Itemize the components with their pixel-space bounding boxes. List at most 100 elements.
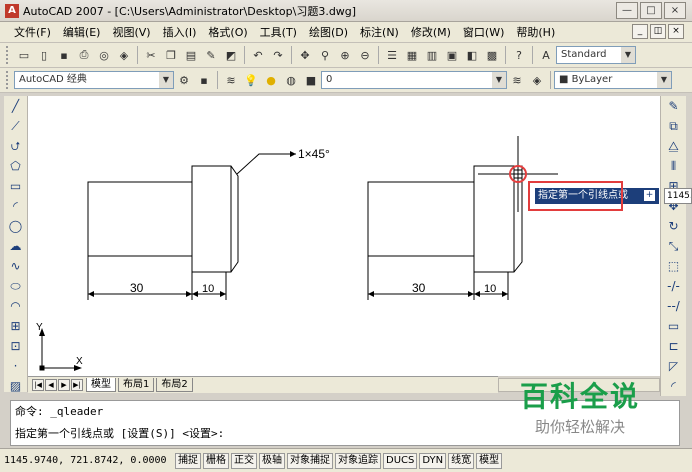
point-icon[interactable]: ·	[7, 357, 25, 375]
menu-file[interactable]: 文件(F)	[8, 24, 57, 40]
spline-icon[interactable]: ∿	[7, 257, 25, 275]
menu-format[interactable]: 格式(O)	[202, 24, 253, 40]
next-tab-icon[interactable]: ▶	[58, 379, 70, 391]
revision-cloud-icon[interactable]: ☁	[7, 237, 25, 255]
model-toggle[interactable]: 模型	[476, 452, 503, 469]
toolbar-grip[interactable]	[6, 46, 10, 64]
layer-select[interactable]: 0 ▼	[321, 71, 507, 89]
help-icon[interactable]: ?	[511, 47, 527, 63]
ellipse-icon[interactable]: ⬭	[7, 277, 25, 295]
tab-layout1[interactable]: 布局1	[118, 378, 155, 392]
menu-help[interactable]: 帮助(H)	[510, 24, 561, 40]
ellipse-arc-icon[interactable]: ◠	[7, 297, 25, 315]
prev-tab-icon[interactable]: ◀	[45, 379, 57, 391]
paste-icon[interactable]: ▤	[183, 47, 199, 63]
autocad-app-icon[interactable]: A	[5, 3, 19, 18]
menu-dimension[interactable]: 标注(N)	[354, 24, 405, 40]
hatch-icon[interactable]: ▨	[7, 377, 25, 395]
doc-close-button[interactable]: ×	[668, 24, 684, 39]
doc-minimize-button[interactable]: _	[632, 24, 648, 39]
open-icon[interactable]: ▯	[36, 47, 52, 63]
new-icon[interactable]: ▭	[16, 47, 32, 63]
copy-object-icon[interactable]: ⧉	[665, 117, 683, 135]
offset-icon[interactable]: ⫴	[665, 157, 683, 175]
join-icon[interactable]: ⊏	[665, 337, 683, 355]
extend-icon[interactable]: --/	[665, 297, 683, 315]
erase-icon[interactable]: ✎	[665, 97, 683, 115]
close-button[interactable]: ×	[664, 2, 686, 19]
make-current-icon[interactable]: ≋	[509, 72, 525, 88]
rotate-icon[interactable]: ↻	[665, 217, 683, 235]
tool-palettes-icon[interactable]: ▥	[424, 47, 440, 63]
snap-toggle[interactable]: 捕捉	[175, 452, 201, 469]
ortho-toggle[interactable]: 正交	[231, 452, 257, 469]
polygon-icon[interactable]: ⬠	[7, 157, 25, 175]
menu-modify[interactable]: 修改(M)	[405, 24, 457, 40]
construction-line-icon[interactable]: ⟋	[7, 117, 25, 135]
tab-layout2[interactable]: 布局2	[156, 378, 193, 392]
insert-block-icon[interactable]: ⊞	[7, 317, 25, 335]
break-icon[interactable]: ▭	[665, 317, 683, 335]
osnap-toggle[interactable]: 对象捕捉	[287, 452, 333, 469]
sheet-set-icon[interactable]: ▣	[444, 47, 460, 63]
menu-window[interactable]: 窗口(W)	[457, 24, 510, 40]
design-center-icon[interactable]: ▦	[404, 47, 420, 63]
scale-icon[interactable]: ⤡	[665, 237, 683, 255]
last-tab-icon[interactable]: ▶|	[71, 379, 83, 391]
toolbar-grip[interactable]	[6, 71, 10, 89]
text-style-select[interactable]: Standard ▼	[556, 46, 636, 64]
otrack-toggle[interactable]: 对象追踪	[335, 452, 381, 469]
doc-restore-button[interactable]: ◫	[650, 24, 666, 39]
minimize-button[interactable]: —	[616, 2, 638, 19]
print-icon[interactable]: ⎙	[76, 47, 92, 63]
publish-icon[interactable]: ◈	[116, 47, 132, 63]
mirror-icon[interactable]: ⧋	[665, 137, 683, 155]
layer-manager-icon[interactable]: ≋	[223, 72, 239, 88]
text-style-icon[interactable]: A	[538, 47, 554, 63]
block-editor-icon[interactable]: ◩	[223, 47, 239, 63]
copy-icon[interactable]: ❐	[163, 47, 179, 63]
trim-icon[interactable]: -/-	[665, 277, 683, 295]
stretch-icon[interactable]: ⬚	[665, 257, 683, 275]
zoom-realtime-icon[interactable]: ⚲	[317, 47, 333, 63]
polar-toggle[interactable]: 极轴	[259, 452, 285, 469]
lineweight-toggle[interactable]: 线宽	[448, 452, 475, 469]
undo-icon[interactable]: ↶	[250, 47, 266, 63]
make-block-icon[interactable]: ⊡	[7, 337, 25, 355]
tab-model[interactable]: 模型	[86, 378, 116, 392]
expand-options-icon[interactable]: +	[644, 190, 655, 201]
cut-icon[interactable]: ✂	[143, 47, 159, 63]
drawing-area[interactable]: 1×45° 30 10 30 10 Y X	[28, 96, 660, 376]
polyline-icon[interactable]: ⮍	[7, 137, 25, 155]
circle-icon[interactable]: ◯	[7, 217, 25, 235]
save-icon[interactable]: ▪	[56, 47, 72, 63]
properties-icon[interactable]: ☰	[384, 47, 400, 63]
maximize-button[interactable]: □	[640, 2, 662, 19]
pan-icon[interactable]: ✥	[297, 47, 313, 63]
workspace-select[interactable]: AutoCAD 经典 ▼	[14, 71, 174, 89]
markup-icon[interactable]: ◧	[464, 47, 480, 63]
dyn-toggle[interactable]: DYN	[419, 452, 447, 469]
zoom-window-icon[interactable]: ⊕	[337, 47, 353, 63]
coordinate-input[interactable]: 1145.9	[664, 188, 692, 204]
ducs-toggle[interactable]: DUCS	[383, 452, 418, 469]
menu-view[interactable]: 视图(V)	[106, 24, 156, 40]
menu-tools[interactable]: 工具(T)	[254, 24, 303, 40]
fillet-icon[interactable]: ◜	[665, 377, 683, 395]
menu-insert[interactable]: 插入(I)	[157, 24, 203, 40]
first-tab-icon[interactable]: |◀	[32, 379, 44, 391]
zoom-previous-icon[interactable]: ⊖	[357, 47, 373, 63]
save-workspace-icon[interactable]: ▪	[196, 72, 212, 88]
linetype-select[interactable]: ■ ByLayer ▼	[554, 71, 672, 89]
line-icon[interactable]: ╱	[7, 97, 25, 115]
calculator-icon[interactable]: ▩	[484, 47, 500, 63]
arc-icon[interactable]: ◜	[7, 197, 25, 215]
redo-icon[interactable]: ↷	[270, 47, 286, 63]
matchprop-icon[interactable]: ✎	[203, 47, 219, 63]
workspace-settings-icon[interactable]: ⚙	[176, 72, 192, 88]
menu-edit[interactable]: 编辑(E)	[57, 24, 107, 40]
chamfer-icon[interactable]: ◸	[665, 357, 683, 375]
grid-toggle[interactable]: 栅格	[203, 452, 229, 469]
menu-draw[interactable]: 绘图(D)	[303, 24, 354, 40]
layer-previous-icon[interactable]: ◈	[529, 72, 545, 88]
